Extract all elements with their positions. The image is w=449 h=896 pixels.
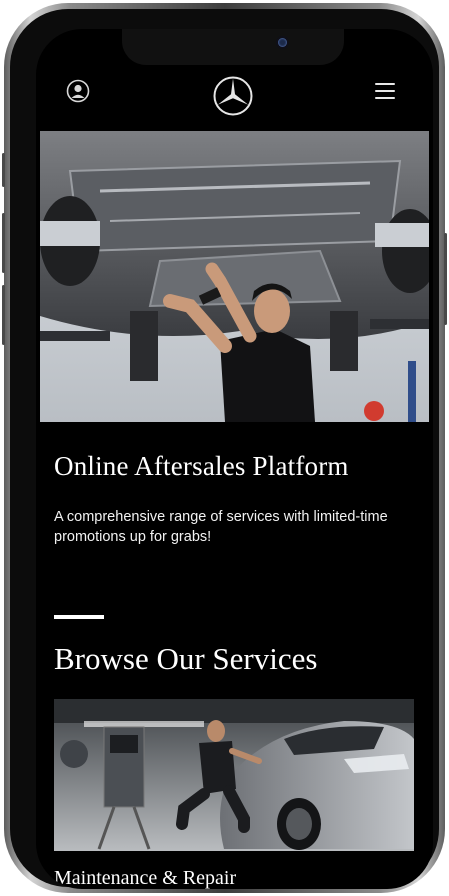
front-camera (278, 38, 287, 47)
mute-switch (2, 153, 5, 187)
top-navigation-bar (36, 65, 433, 127)
service-card-maintenance[interactable] (54, 699, 414, 851)
phone-frame: Online Aftersales Platform A comprehensi… (2, 3, 447, 893)
notch (122, 29, 344, 65)
hero-image (40, 131, 429, 422)
screen: Online Aftersales Platform A comprehensi… (36, 29, 433, 889)
hero-description: A comprehensive range of services with l… (54, 509, 388, 545)
volume-up-button (2, 213, 5, 273)
three-pointed-star-logo[interactable] (212, 75, 254, 117)
accent-divider (54, 615, 104, 619)
phone-bezel: Online Aftersales Platform A comprehensi… (10, 9, 439, 889)
hamburger-menu-icon[interactable] (375, 83, 395, 99)
hero-title: Online Aftersales Platform (54, 451, 349, 481)
power-button (444, 233, 447, 325)
user-circle-icon[interactable] (66, 79, 90, 103)
volume-down-button (2, 285, 5, 345)
service-card-label[interactable]: Maintenance & Repair (54, 865, 236, 889)
services-heading: Browse Our Services (54, 641, 318, 676)
hero-content: Online Aftersales Platform A comprehensi… (54, 429, 414, 676)
